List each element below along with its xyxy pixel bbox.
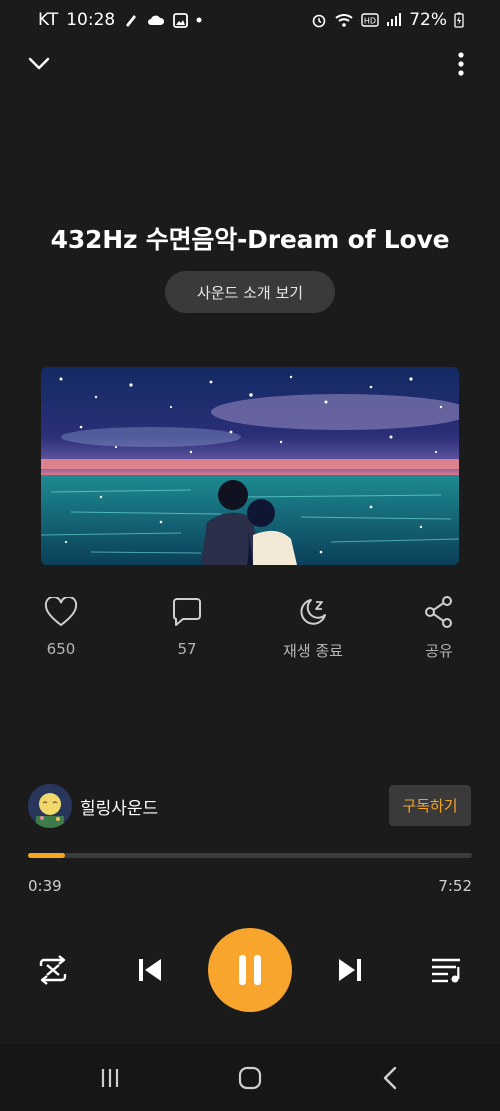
home-button[interactable]: [220, 1044, 280, 1111]
more-options-button[interactable]: [441, 44, 481, 84]
like-action[interactable]: 650: [11, 592, 111, 658]
hd-voice-icon: HD: [361, 13, 379, 27]
home-icon: [238, 1066, 262, 1089]
more-vertical-icon: [458, 52, 464, 76]
battery-charging-icon: [454, 12, 464, 28]
skip-next-icon: [339, 959, 361, 981]
repeat-shuffle-icon: [39, 955, 67, 985]
playlist-icon: [432, 958, 460, 983]
more-notifications-dot-icon: [196, 17, 202, 23]
chevron-down-icon: [28, 57, 50, 70]
sleep-timer-action[interactable]: 재생 종료: [263, 592, 363, 661]
playlist-button[interactable]: [422, 945, 472, 995]
recent-apps-icon: [101, 1068, 119, 1087]
clock: 10:28: [66, 10, 116, 30]
wifi-icon: [334, 12, 354, 28]
share-action[interactable]: 공유: [389, 592, 489, 661]
back-button[interactable]: [360, 1044, 420, 1111]
back-icon: [383, 1066, 397, 1089]
like-count: 650: [46, 640, 76, 658]
svg-text:HD: HD: [364, 17, 376, 26]
sound-intro-button[interactable]: 사운드 소개 보기: [165, 271, 335, 313]
cloud-icon: [147, 13, 165, 27]
share-label: 공유: [425, 642, 453, 660]
collapse-button[interactable]: [19, 44, 59, 84]
skip-previous-icon: [139, 959, 161, 981]
channel-avatar[interactable]: [28, 784, 72, 828]
next-button[interactable]: [325, 945, 375, 995]
comment-icon: [173, 598, 201, 626]
channel-name[interactable]: 힐링사운드: [80, 794, 158, 819]
notification-pen-icon: [123, 12, 139, 28]
track-title: 432Hz 수면음악-Dream of Love: [50, 225, 450, 254]
pause-icon: [239, 955, 261, 985]
gallery-icon: [173, 12, 189, 28]
progress-fill: [28, 853, 65, 858]
pause-button[interactable]: [208, 928, 292, 1012]
share-icon: [425, 596, 452, 628]
sleep-timer-icon: [300, 599, 326, 625]
system-navigation-bar: [0, 1044, 500, 1111]
signal-icon: [386, 13, 402, 27]
total-time: 7:52: [438, 877, 472, 895]
comment-action[interactable]: 57: [137, 592, 237, 658]
sleep-timer-label: 재생 종료: [283, 642, 343, 660]
alarm-icon: [311, 12, 327, 28]
status-bar: KT 10:28 HD 72%: [0, 0, 500, 42]
heart-icon: [44, 597, 78, 627]
current-time: 0:39: [28, 877, 62, 895]
comment-count: 57: [177, 640, 197, 658]
subscribe-button[interactable]: 구독하기: [389, 785, 471, 826]
progress-bar[interactable]: [28, 853, 472, 858]
battery-percent: 72%: [409, 10, 447, 30]
previous-button[interactable]: [125, 945, 175, 995]
recent-apps-button[interactable]: [80, 1044, 140, 1111]
repeat-button[interactable]: [28, 945, 78, 995]
carrier-label: KT: [38, 10, 59, 30]
album-art: [41, 367, 459, 565]
